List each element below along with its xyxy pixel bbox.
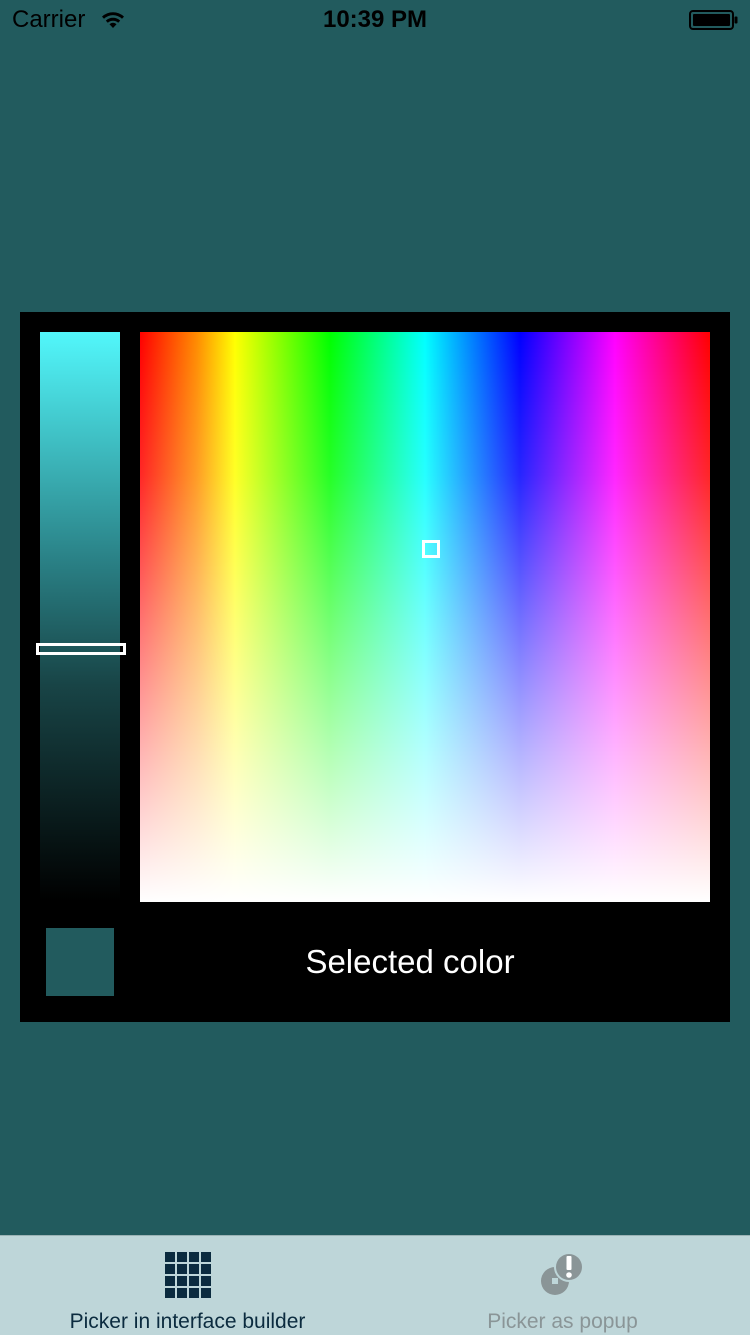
tab-label: Picker as popup (487, 1310, 638, 1333)
tab-picker-as-popup[interactable]: Picker as popup (375, 1236, 750, 1335)
status-bar: Carrier 10:39 PM (0, 0, 750, 40)
selected-color-swatch (46, 928, 114, 996)
tab-bar: Picker in interface builder Picker as po… (0, 1235, 750, 1335)
grid-icon (163, 1250, 213, 1300)
square-cursor-icon[interactable] (422, 540, 440, 558)
saturation-gradient (140, 332, 710, 902)
battery-icon (689, 10, 739, 30)
slider-handle[interactable] (36, 643, 126, 655)
selected-color-label: Selected color (305, 943, 515, 980)
popup-alert-icon (538, 1250, 588, 1300)
color-picker-panel: Selected color (20, 312, 730, 1022)
brightness-slider[interactable] (36, 332, 126, 902)
hue-saturation-square[interactable] (140, 332, 710, 902)
status-time: 10:39 PM (322, 6, 428, 33)
tab-picker-in-interface-builder[interactable]: Picker in interface builder (0, 1236, 375, 1335)
tab-label: Picker in interface builder (69, 1310, 306, 1333)
